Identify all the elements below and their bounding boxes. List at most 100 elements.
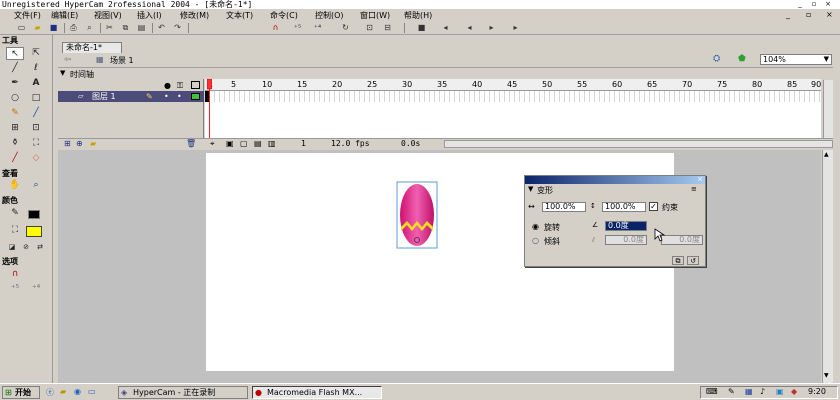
print-icon[interactable]: ⎙ xyxy=(68,23,79,33)
delete-layer-icon[interactable]: 🗑 xyxy=(186,139,196,148)
menu-text[interactable]: 文本(T) xyxy=(226,10,253,21)
pen-tool-icon[interactable]: ✒ xyxy=(6,77,24,90)
copy-icon[interactable]: ⧉ xyxy=(120,23,131,33)
stroke-color-icon[interactable]: ✎ xyxy=(6,207,24,220)
smooth-icon[interactable]: ⁺⁵ xyxy=(292,23,303,33)
security-icon[interactable]: ◆ xyxy=(791,387,797,396)
minimize-icon[interactable]: _ xyxy=(794,0,806,8)
rotate-field[interactable]: 0.0度 xyxy=(605,221,647,231)
rotate-radio[interactable]: ◉ xyxy=(532,222,539,231)
play-icon[interactable]: ▸ xyxy=(486,23,497,33)
lock-icon[interactable]: ⚿ xyxy=(177,81,183,91)
collapse-triangle-icon[interactable]: ▼ xyxy=(528,185,533,193)
taskbar-hypercam[interactable]: ◈ HyperCam - 正在录制 xyxy=(118,386,248,399)
add-layer-icon[interactable]: ⊞ xyxy=(64,139,71,148)
media-icon[interactable]: ◉ xyxy=(74,387,81,396)
menu-commands[interactable]: 命令(C) xyxy=(270,10,298,21)
add-folder-icon[interactable]: ▰ xyxy=(90,139,96,148)
straighten-icon[interactable]: ⁺⁴ xyxy=(312,23,323,33)
new-file-icon[interactable]: ▭ xyxy=(16,23,27,33)
lock-dot-icon[interactable]: • xyxy=(177,91,182,102)
constrain-checkbox[interactable]: ✓ xyxy=(649,202,658,211)
desktop-icon[interactable]: ▭ xyxy=(88,387,96,396)
menu-insert[interactable]: 插入(I) xyxy=(137,10,162,21)
stop-icon[interactable]: ■ xyxy=(416,23,427,33)
brush-tool-icon[interactable]: ╱ xyxy=(27,107,45,120)
menu-control[interactable]: 控制(O) xyxy=(315,10,344,21)
add-guide-icon[interactable]: ⊕ xyxy=(76,139,83,148)
transform-panel-titlebar[interactable]: × xyxy=(525,175,705,184)
ie-icon[interactable]: ⓔ xyxy=(46,387,54,398)
print-preview-icon[interactable]: ⌕ xyxy=(84,23,95,33)
skew-vertical-field[interactable]: 0.0度 xyxy=(661,235,703,245)
onion-outline-icon[interactable]: ▢ xyxy=(240,139,248,148)
back-icon[interactable]: ◂ xyxy=(464,23,475,33)
doc-minimize-icon[interactable]: _ xyxy=(786,10,790,19)
straighten-option-icon[interactable]: ⁺⁴ xyxy=(27,283,45,296)
edit-multiple-icon[interactable]: ▤ xyxy=(254,139,262,148)
subselect-tool-icon[interactable]: ⇱ xyxy=(27,47,45,60)
fill-transform-tool-icon[interactable]: ⊡ xyxy=(27,122,45,135)
volume-icon[interactable]: ♪ xyxy=(760,387,765,396)
scroll-down-icon[interactable]: ▼ xyxy=(824,372,829,379)
keyboard-icon[interactable]: ⌨ xyxy=(706,387,718,396)
eraser-tool-icon[interactable]: ◇ xyxy=(27,152,45,165)
monitor-icon[interactable]: ▣ xyxy=(776,387,784,396)
frame-row[interactable] xyxy=(205,91,821,102)
stroke-color-swatch[interactable] xyxy=(28,210,40,219)
menu-window[interactable]: 窗口(W) xyxy=(360,10,390,21)
scroll-up-icon[interactable]: ▲ xyxy=(824,151,829,158)
snap-to-objects-icon[interactable]: ∩ xyxy=(6,268,24,281)
menu-file[interactable]: 文件(F) xyxy=(14,10,41,21)
oval-tool-icon[interactable]: ○ xyxy=(6,92,24,105)
snap-magnet-icon[interactable]: ∩ xyxy=(270,23,281,33)
timeline-hscroll[interactable] xyxy=(444,140,833,148)
align-icon[interactable]: ⊟ xyxy=(382,23,393,33)
free-transform-tool-icon[interactable]: ⊞ xyxy=(6,122,24,135)
edit-symbol-icon[interactable]: ⬟ xyxy=(738,54,746,64)
line-tool-icon[interactable]: ╱ xyxy=(6,62,24,75)
zoom-tool-icon[interactable]: ⌕ xyxy=(27,179,45,192)
frame-ruler[interactable]: 1 5 10 15 20 25 30 35 40 45 50 55 60 65 … xyxy=(205,79,821,91)
doc-close-icon[interactable]: × xyxy=(826,10,833,19)
save-icon[interactable]: ■ xyxy=(48,23,59,33)
height-percent-field[interactable]: 100.0% xyxy=(602,202,646,212)
smooth-option-icon[interactable]: ⁺⁵ xyxy=(6,283,24,296)
copy-transform-icon[interactable]: ⧉ xyxy=(672,256,684,265)
paste-icon[interactable]: ▤ xyxy=(136,23,147,33)
menu-edit[interactable]: 编辑(E) xyxy=(51,10,78,21)
doc-restore-icon[interactable]: ▫ xyxy=(806,10,811,19)
onion-skin-icon[interactable]: ▣ xyxy=(226,139,234,148)
open-folder-icon[interactable]: ▰ xyxy=(32,23,43,33)
pencil-tool-icon[interactable]: ✎ xyxy=(6,107,24,120)
hand-tool-icon[interactable]: ✋ xyxy=(6,179,24,192)
start-button[interactable]: ⊞ 开始 xyxy=(2,386,40,399)
fill-color-icon[interactable]: ⛶ xyxy=(6,224,24,237)
visibility-dot-icon[interactable]: • xyxy=(164,91,169,102)
menu-modify[interactable]: 修改(M) xyxy=(180,10,209,21)
zoom-select[interactable]: 104% ▼ xyxy=(760,54,832,65)
close-icon[interactable]: × xyxy=(822,0,834,8)
show-hide-icon[interactable]: ● xyxy=(164,81,171,90)
outline-icon[interactable] xyxy=(191,81,200,89)
menu-help[interactable]: 帮助(H) xyxy=(404,10,432,21)
close-icon[interactable]: × xyxy=(697,175,703,183)
folder-icon[interactable]: ▰ xyxy=(60,387,66,396)
layer-row[interactable]: ▱ 图层 1 ✎ • • xyxy=(58,91,204,102)
ink-bottle-tool-icon[interactable]: ⚱ xyxy=(6,137,24,150)
network-icon[interactable]: ▦ xyxy=(745,387,753,396)
arrow-tool-icon[interactable]: ↖ xyxy=(6,47,24,60)
timeline-header[interactable]: ▼ 时间轴 xyxy=(58,69,833,79)
cut-icon[interactable]: ✂ xyxy=(104,23,115,33)
layer-outline-color[interactable] xyxy=(191,93,200,100)
timeline-vscroll[interactable] xyxy=(823,80,833,138)
center-frame-icon[interactable]: ⌖ xyxy=(210,139,215,149)
skew-radio[interactable]: ○ xyxy=(532,236,539,245)
redo-icon[interactable]: ↷ xyxy=(172,23,183,33)
collapse-triangle-icon[interactable]: ▼ xyxy=(60,69,65,77)
reset-transform-icon[interactable]: ↺ xyxy=(687,256,699,265)
onion-markers-icon[interactable]: ▥ xyxy=(268,139,276,148)
forward-icon[interactable]: ▸ xyxy=(510,23,521,33)
panel-menu-icon[interactable]: ≡ xyxy=(691,185,697,193)
taskbar-flash[interactable]: ● Macromedia Flash MX... xyxy=(252,386,382,399)
